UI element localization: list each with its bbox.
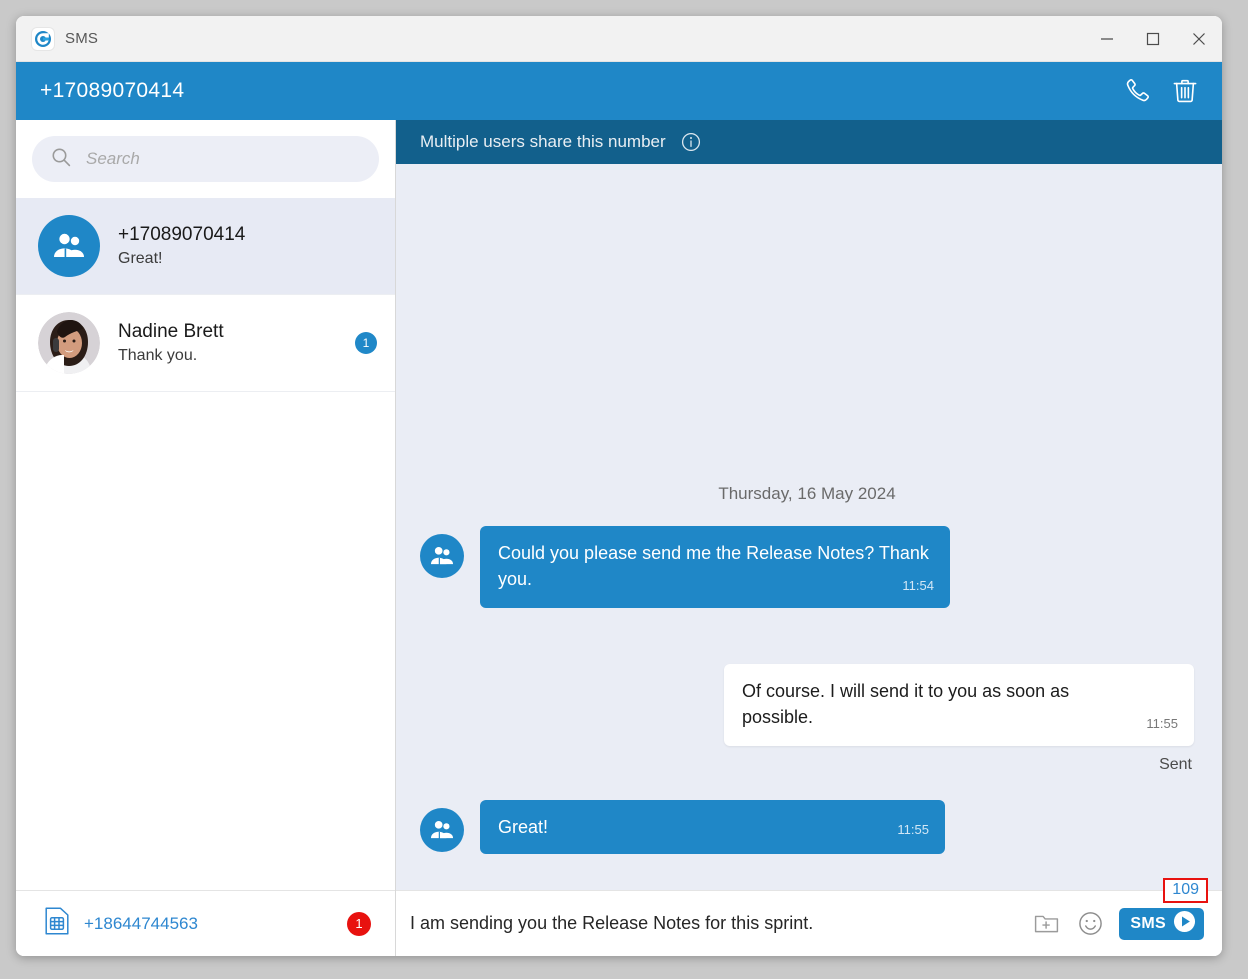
message-input[interactable]	[410, 913, 1020, 934]
app-body: +17089070414 Great!	[16, 120, 1222, 956]
send-play-icon	[1173, 910, 1196, 938]
send-button-label: SMS	[1130, 914, 1166, 932]
group-avatar-icon	[420, 533, 464, 578]
message-time: 11:55	[897, 822, 929, 838]
header-phone-number: +17089070414	[40, 79, 185, 102]
message-bubble-incoming: Could you please send me the Release Not…	[480, 525, 950, 608]
message-time: 11:55	[1146, 716, 1178, 732]
sim-unread-badge: 1	[347, 911, 371, 936]
app-logo-icon	[32, 27, 54, 50]
message-composer: 109	[396, 877, 1222, 956]
title-bar: SMS	[16, 16, 1222, 62]
message-thread[interactable]: Thursday, 16 May 2024 Could you please s…	[396, 164, 1222, 890]
chat-panel: Multiple users share this number Thursda…	[396, 120, 1222, 956]
window-controls	[1084, 16, 1222, 62]
message-text: Great!	[498, 816, 549, 837]
attach-folder-plus-icon[interactable]	[1031, 909, 1061, 939]
message-row: Could you please send me the Release Not…	[420, 525, 1194, 608]
search-box[interactable]	[32, 136, 379, 182]
header-actions	[1116, 70, 1222, 112]
photo-avatar	[38, 312, 100, 374]
sim-card-icon	[44, 906, 70, 941]
group-avatar-icon	[420, 807, 464, 852]
search-icon	[50, 146, 72, 173]
search-input[interactable]	[86, 149, 361, 169]
info-icon[interactable]	[680, 131, 702, 153]
conversation-preview: Great!	[118, 250, 163, 267]
message-text: Could you please send me the Release Not…	[498, 542, 929, 589]
emoji-smiley-icon[interactable]	[1075, 909, 1105, 939]
app-title: SMS	[65, 30, 99, 47]
sim-footer[interactable]: +18644744563 1	[16, 890, 395, 956]
minimize-button[interactable]	[1084, 16, 1130, 62]
group-avatar-icon	[38, 215, 100, 277]
conversation-name: +17089070414	[118, 224, 246, 245]
conversation-item-17089070414[interactable]: +17089070414 Great!	[16, 198, 395, 295]
composer-actions: 109 SMS	[1031, 877, 1208, 940]
conversation-texts: Nadine Brett Thank you.	[118, 321, 355, 365]
maximize-button[interactable]	[1130, 16, 1176, 62]
message-bubble-incoming: Great! 11:55	[480, 799, 945, 854]
message-row: Great! 11:55	[420, 799, 1194, 854]
phone-icon[interactable]	[1116, 70, 1158, 112]
trash-icon[interactable]	[1164, 70, 1206, 112]
avatar	[38, 312, 100, 374]
conversation-name: Nadine Brett	[118, 321, 224, 342]
conversation-list[interactable]: +17089070414 Great! Nadine Brett Thank y…	[16, 198, 395, 890]
search-container	[16, 120, 395, 198]
message-text: Of course. I will send it to you as soon…	[742, 680, 1070, 727]
conversation-texts: +17089070414 Great!	[118, 224, 377, 268]
conversation-item-nadine-brett[interactable]: Nadine Brett Thank you. 1	[16, 295, 395, 392]
date-separator: Thursday, 16 May 2024	[718, 483, 896, 503]
conversation-sidebar: +17089070414 Great!	[16, 120, 396, 956]
sms-app-window: SMS +17089070414 Search +17089070414 Gre…	[16, 16, 1222, 956]
unread-badge: 1	[355, 332, 377, 354]
notice-text: Multiple users share this number	[420, 132, 666, 151]
send-sms-button[interactable]: SMS	[1119, 907, 1204, 940]
message-bubble-outgoing: Of course. I will send it to you as soon…	[724, 663, 1194, 746]
shared-number-notice: Multiple users share this number	[396, 120, 1222, 164]
character-counter: 109	[1163, 877, 1208, 903]
close-button[interactable]	[1176, 16, 1222, 62]
message-row: Of course. I will send it to you as soon…	[420, 663, 1194, 746]
conversation-preview: Thank you.	[118, 347, 198, 364]
sim-phone-number: +18644744563	[84, 913, 198, 933]
message-status: Sent	[1159, 755, 1192, 773]
message-time: 11:54	[902, 577, 934, 593]
conversation-header: +17089070414	[16, 62, 1222, 120]
